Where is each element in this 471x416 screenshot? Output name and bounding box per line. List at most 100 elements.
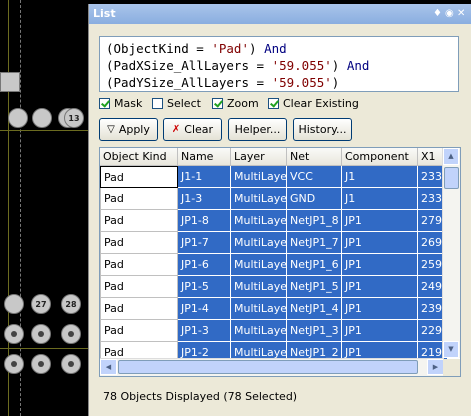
table-cell[interactable]: JP1-7 [178, 232, 231, 254]
scroll-thumb[interactable] [444, 167, 459, 189]
pcb-pad[interactable] [61, 354, 81, 374]
pcb-pad[interactable] [8, 108, 28, 128]
column-header[interactable]: Net [287, 148, 342, 166]
table-cell[interactable]: JP1-8 [178, 210, 231, 232]
table-cell[interactable]: VCC [287, 166, 342, 188]
pcb-pad[interactable] [4, 354, 24, 374]
table-cell[interactable]: NetJP1_4 [287, 298, 342, 320]
pin-icon[interactable]: ♦ [433, 7, 442, 21]
table-cell[interactable]: Pad [100, 232, 178, 254]
table-cell[interactable]: JP1 [342, 254, 418, 276]
scroll-down-icon[interactable]: ▼ [443, 341, 459, 358]
table-cell[interactable]: JP1-3 [178, 320, 231, 342]
table-cell[interactable]: JP1 [342, 320, 418, 342]
mask-checkbox[interactable]: Mask [99, 97, 142, 110]
table-cell[interactable]: JP1 [342, 232, 418, 254]
board-trace [0, 130, 92, 131]
table-cell[interactable]: JP1 [342, 276, 418, 298]
column-header[interactable]: Component [342, 148, 418, 166]
table-row[interactable]: Pad JP1-7 MultiLayer NetJP1_7 JP1 2698 [100, 232, 448, 254]
zoom-checkbox[interactable]: Zoom [212, 97, 259, 110]
pcb-pad[interactable] [31, 324, 51, 344]
checkbox-icon[interactable] [99, 98, 110, 109]
table-row[interactable]: Pad J1-1 MultiLayer VCC J1 2335 [100, 166, 448, 188]
square-pad[interactable] [0, 72, 20, 92]
grid-body: Pad J1-1 MultiLayer VCC J1 2335 Pad J1-3 MultiLa… [100, 166, 448, 376]
pin-icon[interactable]: ◉ [445, 7, 454, 21]
table-cell[interactable]: JP1 [342, 298, 418, 320]
table-cell[interactable]: MultiLayer [231, 254, 287, 276]
table-row[interactable]: Pad JP1-6 MultiLayer NetJP1_6 JP1 2598 [100, 254, 448, 276]
table-cell[interactable]: J1-3 [178, 188, 231, 210]
apply-button[interactable]: ▽ Apply [99, 118, 158, 141]
column-header[interactable]: Object Kind [100, 148, 178, 166]
horizontal-scrollbar[interactable]: ◀ ▶ [100, 358, 444, 376]
pcb-pad[interactable]: 28 [61, 294, 81, 314]
table-cell[interactable]: J1-1 [178, 166, 231, 188]
clear-existing-checkbox[interactable]: Clear Existing [268, 97, 359, 110]
pcb-pad[interactable] [32, 108, 52, 128]
table-cell[interactable]: NetJP1_8 [287, 210, 342, 232]
table-cell[interactable]: Pad [100, 298, 178, 320]
table-cell[interactable]: MultiLayer [231, 166, 287, 188]
pcb-pad[interactable] [4, 294, 24, 314]
pcb-pad[interactable]: 13 [64, 108, 84, 128]
helper-button[interactable]: Helper... [228, 118, 287, 141]
table-cell[interactable]: GND [287, 188, 342, 210]
column-header[interactable]: Layer [231, 148, 287, 166]
table-cell[interactable]: MultiLayer [231, 210, 287, 232]
filter-icon: ▽ [107, 124, 115, 135]
table-cell[interactable]: NetJP1_5 [287, 276, 342, 298]
table-cell[interactable]: MultiLayer [231, 232, 287, 254]
close-icon[interactable]: ✕ [457, 7, 465, 21]
table-row[interactable]: Pad JP1-8 MultiLayer NetJP1_8 JP1 2798 [100, 210, 448, 232]
table-row[interactable]: Pad JP1-5 MultiLayer NetJP1_5 JP1 2498 [100, 276, 448, 298]
list-panel: List ♦ ◉ ✕ (ObjectKind = 'Pad') And (Pad… [88, 4, 471, 416]
table-cell[interactable]: NetJP1_7 [287, 232, 342, 254]
pcb-pad[interactable] [61, 324, 81, 344]
table-cell[interactable]: Pad [100, 188, 178, 210]
pcb-canvas[interactable]: 13 27 28 [0, 0, 92, 416]
board-trace [8, 0, 9, 416]
table-cell[interactable]: Pad [100, 276, 178, 298]
board-trace [0, 348, 92, 349]
table-cell[interactable]: JP1-5 [178, 276, 231, 298]
checkbox-icon[interactable] [152, 98, 163, 109]
table-row[interactable]: Pad JP1-4 MultiLayer NetJP1_4 JP1 2398 [100, 298, 448, 320]
table-cell[interactable]: MultiLayer [231, 188, 287, 210]
column-header[interactable]: Name [178, 148, 231, 166]
clear-button[interactable]: ✗ Clear [163, 118, 222, 141]
pcb-pad[interactable] [31, 354, 51, 374]
table-cell[interactable]: MultiLayer [231, 298, 287, 320]
table-cell[interactable]: Pad [100, 254, 178, 276]
table-cell[interactable]: Pad [100, 210, 178, 232]
table-cell[interactable]: Pad [100, 320, 178, 342]
table-cell[interactable]: J1 [342, 166, 418, 188]
table-cell[interactable]: NetJP1_6 [287, 254, 342, 276]
table-cell[interactable]: MultiLayer [231, 276, 287, 298]
checkbox-icon[interactable] [212, 98, 223, 109]
table-cell[interactable]: NetJP1_3 [287, 320, 342, 342]
table-cell[interactable]: Pad [100, 166, 178, 188]
table-row[interactable]: Pad J1-3 MultiLayer GND J1 2335 [100, 188, 448, 210]
results-grid[interactable]: Object Kind Name Layer Net Component X1 Pad J1… [99, 147, 461, 377]
query-editor[interactable]: (ObjectKind = 'Pad') And (PadXSize_AllLa… [99, 36, 459, 92]
pcb-pad[interactable] [4, 324, 24, 344]
checkbox-icon[interactable] [268, 98, 279, 109]
vertical-scrollbar[interactable]: ▲ ▼ [442, 148, 460, 358]
status-text: 78 Objects Displayed (78 Selected) [103, 390, 298, 403]
select-checkbox[interactable]: Select [152, 97, 201, 110]
panel-titlebar[interactable]: List ♦ ◉ ✕ [89, 4, 471, 24]
table-cell[interactable]: J1 [342, 188, 418, 210]
table-cell[interactable]: JP1 [342, 210, 418, 232]
history-button[interactable]: History... [293, 118, 352, 141]
scroll-left-icon[interactable]: ◀ [100, 359, 117, 375]
table-cell[interactable]: MultiLayer [231, 320, 287, 342]
table-cell[interactable]: JP1-4 [178, 298, 231, 320]
scroll-right-icon[interactable]: ▶ [427, 359, 444, 375]
scroll-up-icon[interactable]: ▲ [443, 148, 459, 165]
table-row[interactable]: Pad JP1-3 MultiLayer NetJP1_3 JP1 2298 [100, 320, 448, 342]
table-cell[interactable]: JP1-6 [178, 254, 231, 276]
scroll-thumb[interactable] [118, 360, 418, 374]
pcb-pad[interactable]: 27 [31, 294, 51, 314]
